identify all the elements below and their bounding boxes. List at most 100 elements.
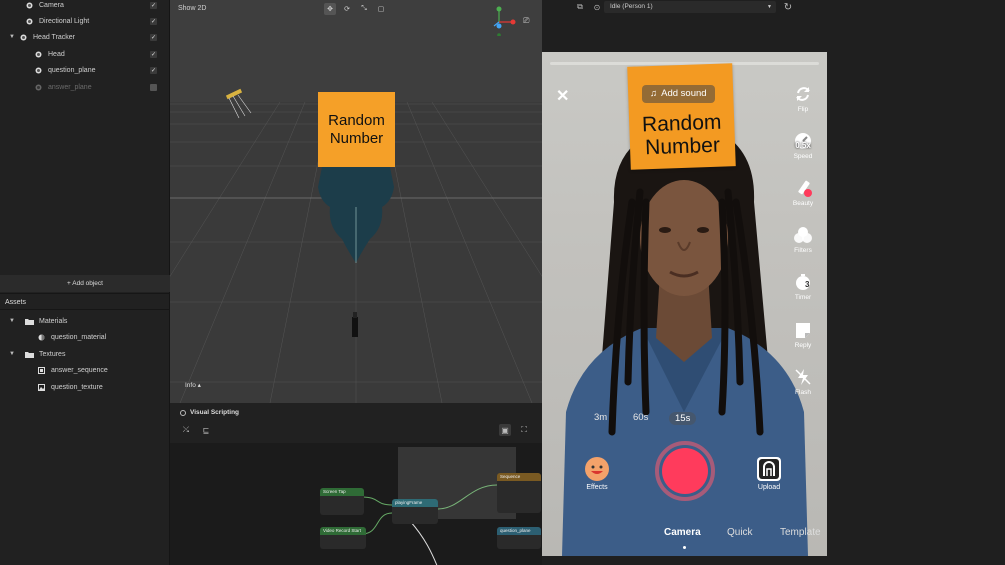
effects-button[interactable]: Effects [582, 456, 612, 491]
close-icon[interactable]: ✕ [556, 86, 569, 106]
tree-item-question-plane[interactable]: question_plane ✓ [0, 62, 170, 78]
object-icon [33, 82, 43, 92]
node-title: Video Record Start [320, 527, 366, 535]
upload-icon [757, 457, 781, 481]
sequence-icon [36, 365, 46, 375]
move-tool-icon[interactable]: ✥ [324, 3, 336, 15]
duration-3m[interactable]: 3m [594, 412, 607, 423]
flip-button[interactable]: Flip [786, 84, 820, 113]
active-mode-indicator [683, 546, 686, 549]
rect-tool-icon[interactable]: ▢ [375, 3, 387, 15]
speed-icon: 0.5x [793, 131, 813, 151]
scale-tool-icon[interactable]: ⤡ [358, 3, 370, 15]
record-button-inner [662, 448, 708, 494]
filters-icon [793, 225, 813, 245]
speed-label: Speed [793, 153, 813, 160]
beauty-icon [793, 178, 813, 198]
preview-subject-select[interactable]: Idle (Person 1) ▼ [604, 1, 776, 13]
light-gizmo-icon [225, 88, 252, 119]
timer-button[interactable]: 3 Timer [786, 272, 820, 301]
expand-arrow-icon[interactable]: ▼ [0, 351, 16, 357]
graph-node-video-record-start[interactable]: Video Record Start [320, 527, 366, 549]
asset-folder-materials[interactable]: ▼ Materials [0, 313, 170, 329]
filters-button[interactable]: Filters [786, 225, 820, 254]
auto-layout-icon[interactable]: ⤯ [180, 424, 192, 436]
duplicate-icon[interactable]: ⧉ [575, 2, 585, 12]
visibility-checkbox[interactable]: ✓ [150, 17, 157, 25]
graph-node-sequence[interactable]: Sequence [497, 473, 541, 513]
duration-15s[interactable]: 15s [669, 412, 697, 425]
asset-item-question-texture[interactable]: question_texture [0, 379, 170, 395]
visibility-checkbox[interactable]: ✓ [150, 33, 157, 41]
flip-icon [793, 84, 813, 104]
node-title: playingFrame [392, 499, 438, 507]
flash-label: Flash [795, 389, 811, 396]
show-2d-toggle[interactable]: Show 2D [178, 5, 206, 12]
beauty-label: Beauty [792, 200, 814, 207]
tree-item-directional-light[interactable]: Directional Light ✓ [0, 13, 170, 29]
graph-node-playing-frame[interactable]: playingFrame [392, 499, 438, 524]
record-button[interactable] [655, 441, 715, 501]
mode-quick[interactable]: Quick [727, 527, 753, 538]
visibility-checkbox[interactable]: ✓ [150, 66, 157, 74]
visibility-checkbox[interactable]: ✓ [150, 50, 157, 58]
upload-button[interactable]: Upload [754, 456, 784, 491]
object-icon [24, 0, 34, 10]
minimap-toggle-icon[interactable]: ▣ [499, 424, 511, 436]
viewport-toolbar: Show 2D ✥ ⟳ ⤡ ▢ [170, 0, 542, 20]
visual-scripting-header: Visual Scripting [180, 409, 239, 416]
mode-camera[interactable]: Camera [664, 527, 701, 538]
visibility-checkbox[interactable] [150, 83, 157, 91]
tree-item-head[interactable]: Head ✓ [0, 46, 170, 62]
node-graph-canvas[interactable]: Screen Tap Video Record Start playingFra… [170, 443, 542, 565]
hierarchy-panel: Camera ✓ Directional Light ✓ ▼ Head Trac… [0, 0, 170, 565]
graph-node-question-plane[interactable]: question_plane [497, 527, 541, 549]
graph-node-screen-tap[interactable]: Screen Tap [320, 488, 364, 515]
scene-viewport[interactable]: Show 2D ✥ ⟳ ⤡ ▢ ⎚ Random Number Info ▴ [170, 0, 542, 403]
head-occluder-shape [318, 167, 394, 263]
axis-gizmo-icon[interactable] [488, 4, 518, 36]
flash-button[interactable]: Flash [786, 367, 820, 396]
add-object-button[interactable]: + Add object [0, 275, 170, 292]
object-icon [33, 49, 43, 59]
preview-subject-value: Idle (Person 1) [610, 3, 653, 10]
asset-label: Textures [39, 350, 66, 358]
asset-folder-textures[interactable]: ▼ Textures [0, 346, 170, 362]
info-dropdown[interactable]: Info ▴ [185, 381, 201, 389]
question-plane-preview[interactable]: Random Number [318, 92, 395, 167]
ar-random-number-card: Random Number [627, 63, 736, 170]
asset-item-answer-sequence[interactable]: answer_sequence [0, 362, 170, 378]
mode-template[interactable]: Template [780, 527, 821, 538]
preview-mode-icon[interactable]: ⊙ [592, 2, 602, 12]
chevron-down-icon: ▼ [767, 4, 772, 10]
comment-icon[interactable]: ⊑ [200, 424, 212, 436]
node-title: question_plane [497, 527, 541, 535]
card-text: Random Number [328, 112, 385, 147]
add-sound-button[interactable]: ♫ Add sound [642, 85, 715, 103]
tree-item-answer-plane[interactable]: answer_plane [0, 79, 170, 95]
rotate-tool-icon[interactable]: ⟳ [341, 3, 353, 15]
add-sound-label: Add sound [661, 88, 707, 99]
asset-item-question-material[interactable]: question_material [0, 329, 170, 345]
expand-arrow-icon[interactable]: ▼ [0, 318, 16, 324]
refresh-icon[interactable]: ↻ [783, 2, 793, 13]
visibility-checkbox[interactable]: ✓ [150, 1, 157, 9]
effects-icon [585, 457, 609, 481]
duration-60s[interactable]: 60s [633, 412, 648, 423]
assets-panel-title: Assets [0, 293, 170, 310]
timer-label: Timer [794, 294, 812, 301]
panel-icon [180, 409, 186, 416]
node-title: Screen Tap [320, 488, 364, 496]
expand-arrow-icon[interactable]: ▼ [0, 34, 16, 40]
camera-preview[interactable]: ✕ Random Number ♫ Add sound Flip 0.5x Sp… [542, 52, 827, 556]
visual-scripting-panel: Visual Scripting ⤯ ⊑ ▣ ⛶ Screen Tap Vide… [170, 403, 542, 565]
fit-view-icon[interactable]: ⛶ [518, 424, 530, 436]
reply-icon [793, 320, 813, 340]
beauty-button[interactable]: Beauty [786, 178, 820, 207]
reply-button[interactable]: Reply [786, 320, 820, 349]
tree-item-camera[interactable]: Camera ✓ [0, 0, 170, 13]
tree-item-head-tracker[interactable]: ▼ Head Tracker ✓ [0, 29, 170, 45]
speed-button[interactable]: 0.5x Speed [786, 131, 820, 160]
camera-view-icon[interactable]: ⎚ [523, 16, 529, 26]
folder-icon [24, 316, 34, 326]
